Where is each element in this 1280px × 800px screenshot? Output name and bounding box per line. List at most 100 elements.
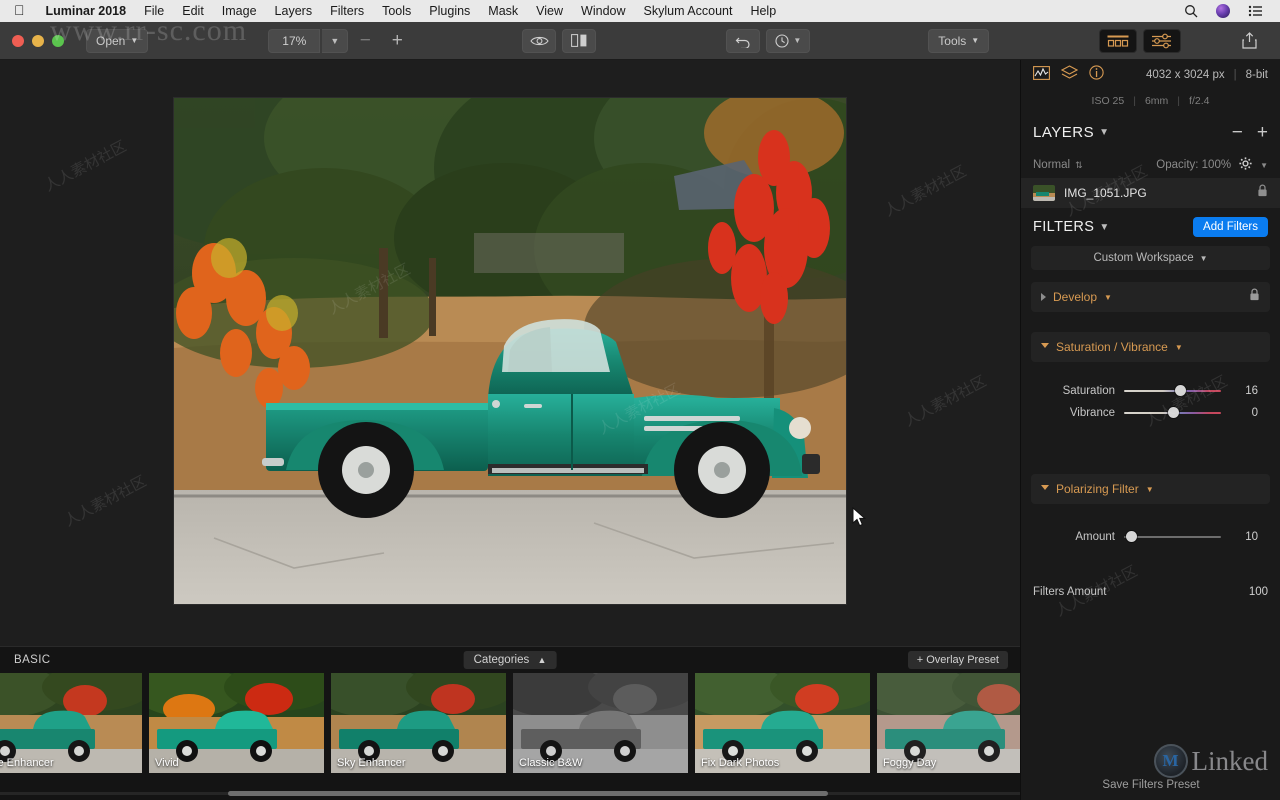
menu-item-plugins[interactable]: Plugins bbox=[420, 4, 479, 18]
menu-item-skylum-account[interactable]: Skylum Account bbox=[635, 4, 742, 18]
eye-icon[interactable] bbox=[522, 28, 557, 53]
layer-thumbnail bbox=[1033, 185, 1055, 201]
filter-group-header[interactable]: Develop ▼ bbox=[1031, 282, 1270, 312]
undo-arrow-icon[interactable] bbox=[726, 28, 761, 53]
chevron-down-icon[interactable]: ▼ bbox=[1175, 343, 1183, 352]
tools-button[interactable]: Tools ▼ bbox=[928, 28, 990, 53]
zoom-controls[interactable]: 17% ▼ − + bbox=[268, 28, 412, 53]
slider-thumb[interactable] bbox=[1125, 531, 1137, 542]
panel-toggles[interactable] bbox=[1099, 28, 1182, 53]
exif-aperture: f/2.4 bbox=[1189, 95, 1210, 107]
menu-item-view[interactable]: View bbox=[527, 4, 572, 18]
workspace-selector[interactable]: Custom Workspace ▼ bbox=[1031, 246, 1270, 270]
blend-mode-select[interactable]: Normal bbox=[1033, 159, 1070, 171]
preset-label: Foggy Day bbox=[883, 757, 937, 769]
filters-amount-slider[interactable]: Filters Amount 100 bbox=[1033, 585, 1268, 599]
slider-row-saturation[interactable]: Saturation 16 bbox=[1043, 380, 1258, 402]
right-sidebar: 4032 x 3024 px | 8-bit ISO 25 | 6mm | f/… bbox=[1020, 60, 1280, 800]
slider-value[interactable]: 100 bbox=[1238, 586, 1268, 598]
chevron-down-icon[interactable]: ▼ bbox=[1146, 485, 1154, 494]
preset-item[interactable]: Classic B&W bbox=[513, 673, 688, 773]
slider-thumb[interactable] bbox=[1175, 385, 1187, 396]
presets-strip-icon[interactable] bbox=[1099, 28, 1138, 53]
slider-track[interactable] bbox=[1124, 384, 1221, 398]
remove-layer-button[interactable]: − bbox=[1232, 123, 1243, 142]
zoom-level-value[interactable]: 17% bbox=[268, 28, 321, 53]
zoom-out-button[interactable]: − bbox=[350, 29, 380, 53]
triangle-down-icon[interactable] bbox=[1041, 484, 1049, 494]
preset-item[interactable]: Image Enhancer bbox=[0, 673, 142, 773]
add-layer-button[interactable]: + bbox=[1257, 123, 1268, 142]
chevron-down-icon[interactable]: ▼ bbox=[1104, 293, 1112, 302]
siri-icon[interactable] bbox=[1207, 4, 1239, 18]
triangle-down-icon[interactable] bbox=[1041, 342, 1049, 352]
gear-icon[interactable] bbox=[1239, 157, 1252, 173]
histogram-icon[interactable] bbox=[1033, 65, 1050, 85]
split-compare-icon[interactable] bbox=[562, 28, 597, 53]
filter-group-develop[interactable]: Develop ▼ bbox=[1031, 282, 1270, 312]
chevron-down-icon[interactable]: ▼ bbox=[1260, 161, 1268, 170]
menu-item-tools[interactable]: Tools bbox=[373, 4, 420, 18]
slider-value[interactable]: 16 bbox=[1230, 385, 1258, 397]
mouse-cursor-icon bbox=[852, 506, 868, 527]
slider-thumb[interactable] bbox=[1167, 407, 1179, 418]
preset-item[interactable]: Fix Dark Photos bbox=[695, 673, 870, 773]
chevron-down-icon[interactable]: ▼ bbox=[1099, 127, 1109, 138]
categories-button[interactable]: Categories ▲ bbox=[463, 651, 557, 669]
lock-icon[interactable] bbox=[1249, 288, 1260, 306]
history-controls[interactable]: ▼ bbox=[726, 28, 811, 53]
sliders-icon[interactable] bbox=[1143, 28, 1182, 53]
saturation-vibrance-sliders: Saturation 16 Vibrance 0 bbox=[1031, 362, 1270, 432]
apple-logo-icon[interactable]:  bbox=[14, 3, 25, 17]
slider-track[interactable] bbox=[1124, 530, 1221, 544]
share-export-icon[interactable] bbox=[1233, 29, 1266, 53]
search-icon[interactable] bbox=[1175, 4, 1207, 18]
image-canvas[interactable]: 人人素材社区 人人素材社区 人人素材社区 人人素材社区 人人素材社区 人人素材社… bbox=[0, 60, 1020, 646]
slider-row-amount[interactable]: Amount 10 bbox=[1043, 526, 1258, 548]
lock-icon[interactable] bbox=[1257, 184, 1268, 202]
menu-item-filters[interactable]: Filters bbox=[321, 4, 373, 18]
zoom-in-button[interactable]: + bbox=[382, 29, 412, 53]
menu-item-layers[interactable]: Layers bbox=[266, 4, 322, 18]
menu-item-mask[interactable]: Mask bbox=[479, 4, 527, 18]
slider-value[interactable]: 0 bbox=[1230, 407, 1258, 419]
layer-opacity-value[interactable]: Opacity: 100% bbox=[1156, 159, 1231, 171]
tools-label: Tools bbox=[938, 33, 967, 48]
updown-arrows-icon[interactable]: ⇅ bbox=[1075, 160, 1083, 171]
layers-stack-icon[interactable] bbox=[1060, 65, 1079, 85]
exif-row: ISO 25 | 6mm | f/2.4 bbox=[1021, 90, 1280, 112]
slider-track[interactable] bbox=[1124, 406, 1221, 420]
triangle-right-icon[interactable] bbox=[1041, 293, 1046, 301]
filter-group-name: Develop bbox=[1053, 290, 1098, 304]
layer-list-item[interactable]: IMG_1051.JPG bbox=[1021, 178, 1280, 208]
slider-row-vibrance[interactable]: Vibrance 0 bbox=[1043, 402, 1258, 424]
filter-group-saturation-vibrance[interactable]: Saturation / Vibrance ▼ Saturation 16 Vi… bbox=[1031, 332, 1270, 432]
watermark-url: www.rr-sc.com bbox=[50, 14, 248, 47]
filter-group-polarizing[interactable]: Polarizing Filter ▼ Amount 10 bbox=[1031, 474, 1270, 556]
filter-group-header[interactable]: Polarizing Filter ▼ bbox=[1031, 474, 1270, 504]
preset-item[interactable]: Vivid bbox=[149, 673, 324, 773]
menu-item-help[interactable]: Help bbox=[741, 4, 785, 18]
exif-focal-length: 6mm bbox=[1144, 95, 1169, 107]
close-button[interactable] bbox=[12, 34, 24, 47]
menu-item-window[interactable]: Window bbox=[572, 4, 634, 18]
info-circle-icon[interactable] bbox=[1089, 65, 1104, 85]
preview-controls[interactable] bbox=[522, 28, 597, 53]
filter-group-header[interactable]: Saturation / Vibrance ▼ bbox=[1031, 332, 1270, 362]
add-filters-button[interactable]: Add Filters bbox=[1193, 217, 1268, 237]
scrollbar-thumb[interactable] bbox=[228, 791, 828, 796]
slider-value[interactable]: 10 bbox=[1230, 531, 1258, 543]
save-filters-preset-button[interactable]: Save Filters Preset bbox=[1021, 779, 1280, 791]
overlay-preset-button[interactable]: + Overlay Preset bbox=[907, 651, 1008, 669]
zoom-dropdown-icon[interactable]: ▼ bbox=[322, 28, 349, 53]
image-info-icons bbox=[1033, 65, 1104, 85]
photo-preview[interactable]: 人人素材社区 人人素材社区 bbox=[174, 98, 846, 604]
polarizing-sliders: Amount 10 bbox=[1031, 504, 1270, 556]
presets-scrollbar[interactable] bbox=[0, 790, 1020, 796]
control-center-icon[interactable] bbox=[1239, 5, 1272, 17]
history-clock-icon[interactable]: ▼ bbox=[766, 28, 811, 53]
preset-item[interactable]: Sky Enhancer bbox=[331, 673, 506, 773]
minimize-button[interactable] bbox=[32, 34, 44, 47]
slider-track[interactable] bbox=[1117, 585, 1229, 599]
chevron-down-icon[interactable]: ▼ bbox=[1099, 222, 1109, 233]
